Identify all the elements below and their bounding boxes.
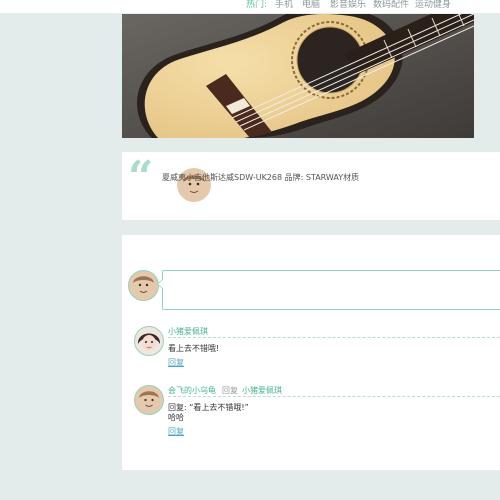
comment-header: 小猪爱佩琪 bbox=[168, 326, 500, 338]
comment-author[interactable]: 小猪爱佩琪 bbox=[168, 327, 208, 336]
comment-input[interactable] bbox=[163, 271, 500, 309]
reply-word: 回复 bbox=[222, 386, 238, 395]
nav-item-phone[interactable]: 手机 bbox=[275, 0, 293, 10]
commenter-avatar bbox=[134, 326, 164, 356]
nav-item-sports[interactable]: 运动健身 bbox=[415, 0, 451, 10]
comment-item: 会飞的小乌龟 回复 小猪爱佩琪 回复: “看上去不错哦!” 哈哈 回复 bbox=[134, 385, 500, 440]
quote-text: 夏威夷小吉他斯达威SDW-UK268 品牌: STARWAY材质 bbox=[162, 173, 360, 182]
nav-item-computer[interactable]: 电脑 bbox=[302, 0, 320, 10]
nav-item-media[interactable]: 影音娱乐 bbox=[330, 0, 366, 10]
commenter-avatar bbox=[134, 385, 164, 415]
comment-input-box[interactable] bbox=[157, 270, 500, 310]
reply-link[interactable]: 回复 bbox=[168, 357, 184, 368]
comment-item: 小猪爱佩琪 看上去不错哦! 回复 bbox=[134, 326, 500, 368]
ukulele-photo bbox=[122, 14, 474, 138]
nav-item-accessories[interactable]: 数码配件 bbox=[373, 0, 409, 10]
quote-mark-icon: “ bbox=[128, 152, 154, 203]
comments-card: 小猪爱佩琪 看上去不错哦! 回复 会飞的小乌龟 回复 小猪爱佩琪 回复: “看上去不… bbox=[122, 235, 500, 470]
hero-image bbox=[122, 14, 474, 138]
quote-card: “ bbox=[122, 152, 500, 220]
comment-body-line: 看上去不错哦! bbox=[168, 344, 220, 353]
top-nav: 热门: 手机 电脑 影音娱乐 数码配件 运动健身 bbox=[0, 0, 500, 14]
nav-hot-label: 热门: bbox=[246, 0, 268, 10]
reply-link[interactable]: 回复 bbox=[168, 426, 184, 437]
comment-header: 会飞的小乌龟 回复 小猪爱佩琪 bbox=[168, 385, 500, 397]
comment-author[interactable]: 会飞的小乌龟 bbox=[168, 386, 216, 395]
comment-body-line: 哈哈 bbox=[168, 413, 184, 422]
current-user-avatar bbox=[128, 270, 159, 301]
reply-target[interactable]: 小猪爱佩琪 bbox=[242, 386, 282, 395]
comment-body-line: 回复: “看上去不错哦!” bbox=[168, 403, 249, 412]
